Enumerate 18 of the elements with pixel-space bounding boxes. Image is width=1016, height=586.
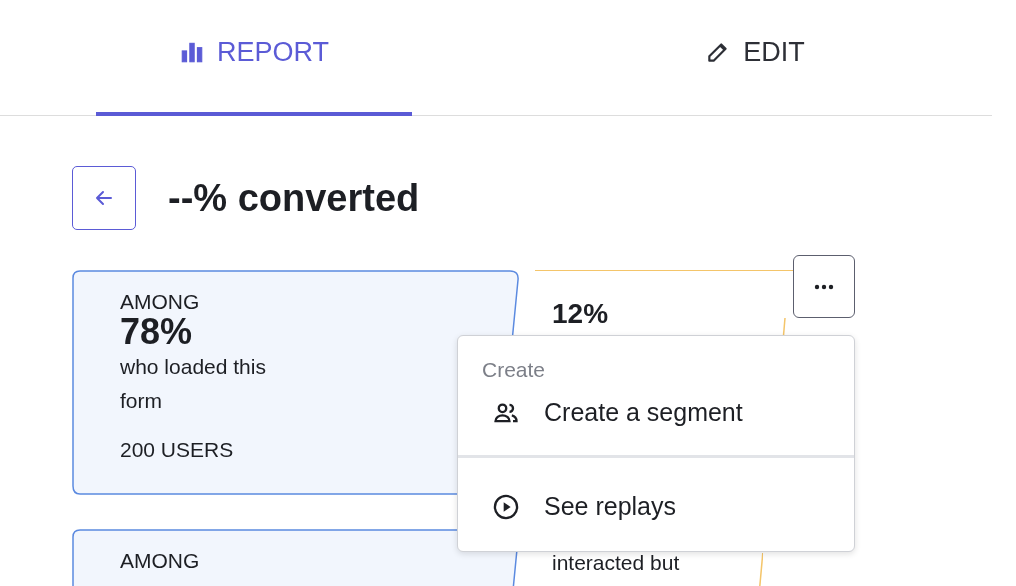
step-label: AMONG bbox=[120, 549, 201, 573]
menu-item[interactable]: Create a segment bbox=[458, 386, 854, 455]
tab[interactable]: EDIT bbox=[597, 0, 913, 116]
dropoff-text: 12% bbox=[552, 298, 609, 330]
menu-heading: Create bbox=[481, 357, 547, 383]
page-title: --% converted bbox=[168, 176, 420, 220]
user-count: 200 USERS bbox=[120, 438, 234, 462]
play-icon bbox=[492, 492, 520, 521]
step-percent: 78% bbox=[120, 314, 194, 350]
menu-item[interactable]: See replays bbox=[458, 458, 854, 551]
segment-edge-line bbox=[759, 553, 763, 586]
dropoff-text: interacted but bbox=[552, 551, 680, 575]
back-button[interactable] bbox=[72, 166, 136, 230]
step-description: who loaded this form bbox=[120, 354, 267, 414]
more-options-button[interactable] bbox=[793, 255, 855, 318]
step-label: AMONG bbox=[120, 290, 201, 314]
tab[interactable]: REPORT bbox=[96, 0, 412, 116]
ellipsis-icon bbox=[814, 283, 834, 290]
